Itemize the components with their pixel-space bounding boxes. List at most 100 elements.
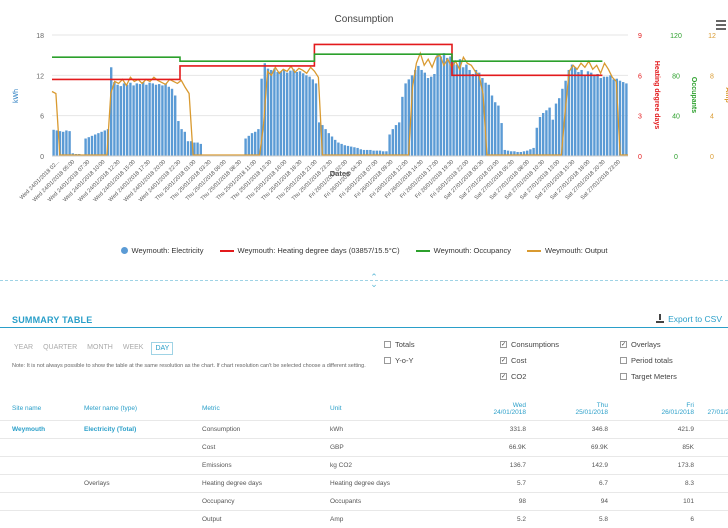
table-cell: 6.7 xyxy=(526,473,608,492)
table-cell[interactable]: Weymouth xyxy=(0,419,72,438)
column-header[interactable]: Sat27/01/2018 xyxy=(694,398,728,420)
column-header[interactable]: Thu 25/01/2018 xyxy=(526,398,608,420)
bar-electricity xyxy=(401,96,404,156)
bar-electricity xyxy=(183,131,186,156)
table-cell: kWh xyxy=(318,419,430,438)
table-cell[interactable] xyxy=(0,491,72,510)
checkbox[interactable] xyxy=(620,357,627,364)
column-header[interactable]: Metric xyxy=(190,398,318,420)
column-header[interactable]: Fri 26/01/2018 xyxy=(608,398,694,420)
bar-electricity xyxy=(538,117,542,156)
table-cell[interactable] xyxy=(0,437,72,456)
table-cell[interactable] xyxy=(0,455,72,474)
period-quarter[interactable]: QUARTER xyxy=(41,342,79,355)
legend-item[interactable]: Weymouth: Heating degree days (03857/15.… xyxy=(219,246,400,255)
bar-electricity xyxy=(161,85,164,156)
bar-electricity xyxy=(414,69,417,156)
bar-electricity xyxy=(138,84,142,156)
table-cell[interactable]: Electricity (Total) xyxy=(72,419,190,438)
option-target-meters[interactable]: Target Meters xyxy=(620,372,677,381)
table-cell: 66.9K xyxy=(430,437,526,456)
table-cell[interactable] xyxy=(0,509,72,528)
column-header[interactable]: Wed 24/01/2018 xyxy=(430,398,526,420)
period-week[interactable]: WEEK xyxy=(121,342,146,355)
legend-item[interactable]: Weymouth: Occupancy xyxy=(415,246,512,255)
period-day[interactable]: DAY xyxy=(151,342,174,355)
period-selector: YEAR QUARTER MONTH WEEK DAY xyxy=(12,342,174,355)
bar-electricity xyxy=(465,64,468,156)
section-divider xyxy=(0,280,728,281)
bar-electricity xyxy=(548,107,551,156)
y-tick-label-kwh: 0 xyxy=(40,154,44,161)
option-overlays[interactable]: ✓ Overlays xyxy=(620,340,661,349)
table-cell[interactable]: Overlays xyxy=(72,473,190,492)
export-label: Export to CSV xyxy=(668,314,722,324)
bar-electricity xyxy=(490,95,494,156)
hamburger-menu-icon[interactable] xyxy=(716,20,726,30)
checkbox[interactable]: ✓ xyxy=(500,373,507,380)
column-header[interactable]: Meter name (type) xyxy=(72,398,190,420)
table-cell: Cost xyxy=(190,437,318,456)
table-row: CostGBP66.9K69.9K85K79 xyxy=(0,437,728,456)
table-cell[interactable] xyxy=(72,491,190,510)
legend-label: Weymouth: Output xyxy=(545,246,608,255)
y-tick-label-amp: 0 xyxy=(710,154,714,161)
bar-electricity xyxy=(122,83,126,156)
bar-electricity xyxy=(602,76,606,156)
bar-electricity xyxy=(596,73,599,156)
option-period-totals[interactable]: Period totals xyxy=(620,356,673,365)
checkbox[interactable] xyxy=(384,357,391,364)
bar-electricity xyxy=(90,135,94,156)
bar-electricity xyxy=(330,136,334,156)
bar-electricity xyxy=(113,82,116,156)
checkbox[interactable]: ✓ xyxy=(500,357,507,364)
y-axis-label-hdd: Heating degree days xyxy=(653,61,660,130)
bar-electricity xyxy=(151,83,154,156)
table-cell[interactable] xyxy=(72,455,190,474)
table-cell[interactable] xyxy=(72,509,190,528)
bar-electricity xyxy=(68,131,71,156)
bar-electricity xyxy=(423,72,426,156)
option-co2[interactable]: ✓ CO2 xyxy=(500,372,526,381)
table-cell xyxy=(694,509,728,528)
table-cell: 98 xyxy=(430,491,526,510)
bar-electricity xyxy=(455,64,458,156)
export-csv-button[interactable]: Export to CSV xyxy=(656,314,722,324)
collapse-chevron-icon[interactable]: ⌃ ⌄ xyxy=(368,273,380,289)
period-month[interactable]: MONTH xyxy=(85,342,115,355)
table-cell[interactable] xyxy=(0,473,72,492)
checkbox[interactable]: ✓ xyxy=(500,341,507,348)
table-cell[interactable] xyxy=(72,437,190,456)
column-header[interactable]: Site name xyxy=(0,398,72,420)
table-cell: Emissions xyxy=(190,455,318,474)
bar-electricity xyxy=(279,71,282,156)
option-totals[interactable]: Totals xyxy=(384,340,415,349)
option-consumptions[interactable]: ✓ Consumptions xyxy=(500,340,559,349)
bar-electricity xyxy=(471,73,474,156)
legend-label: Weymouth: Heating degree days (03857/15.… xyxy=(237,246,400,255)
y-tick-label-amp: 4 xyxy=(710,114,714,121)
column-header[interactable]: Unit xyxy=(318,398,430,420)
bar-electricity xyxy=(426,78,430,156)
option-y-o-y[interactable]: Y-o-Y xyxy=(384,356,413,365)
y-tick-label-hdd: 0 xyxy=(638,154,642,161)
bar-electricity xyxy=(180,129,183,156)
bar-electricity xyxy=(257,129,260,156)
legend-label: Weymouth: Occupancy xyxy=(433,246,512,255)
bar-electricity xyxy=(97,133,100,156)
bar-electricity xyxy=(404,83,407,156)
period-year[interactable]: YEAR xyxy=(12,342,35,355)
table-cell: Heating degree days xyxy=(190,473,318,492)
bar-electricity xyxy=(164,83,167,156)
y-tick-label-occ: 80 xyxy=(672,73,680,80)
option-cost[interactable]: ✓ Cost xyxy=(500,356,526,365)
bar-electricity xyxy=(497,105,500,156)
checkbox[interactable] xyxy=(384,341,391,348)
bar-electricity xyxy=(500,123,503,156)
chart-legend: Weymouth: Electricity Weymouth: Heating d… xyxy=(0,246,728,255)
checkbox[interactable] xyxy=(620,373,627,380)
checkbox[interactable]: ✓ xyxy=(620,341,627,348)
legend-swatch xyxy=(120,247,128,254)
legend-item[interactable]: Weymouth: Output xyxy=(527,246,607,255)
legend-item[interactable]: Weymouth: Electricity xyxy=(120,246,204,255)
